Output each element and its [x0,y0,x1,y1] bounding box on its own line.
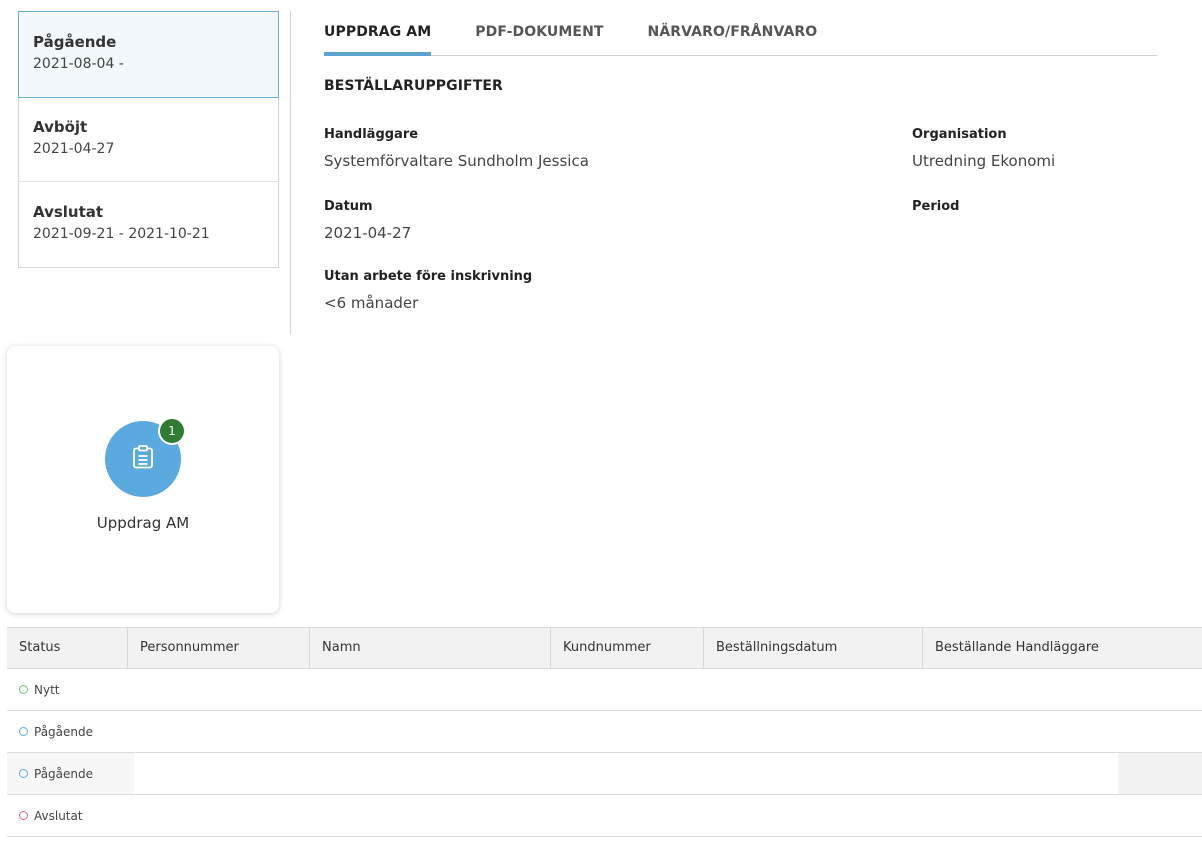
tab-bar: UPPDRAG AM PDF-DOKUMENT NÄRVARO/FRÅNVARO [324,21,1157,56]
column-header-personnummer[interactable]: Personnummer [128,628,310,668]
status-item-date: 2021-04-27 [33,141,115,157]
column-header-status[interactable]: Status [7,628,128,668]
status-dot-icon [19,727,28,736]
status-item-avslutat[interactable]: Avslutat 2021-09-21 - 2021-10-21 [19,182,278,267]
status-item-date: 2021-09-21 - 2021-10-21 [33,226,210,242]
tab-pdf-dokument[interactable]: PDF-DOKUMENT [475,21,603,55]
tab-narvaro-franvaro[interactable]: NÄRVARO/FRÅNVARO [648,21,818,55]
field-label: Datum [324,199,373,214]
status-item-title: Pågående [33,33,117,51]
table-row[interactable]: Avslutat [7,795,1202,837]
field-value: 2021-04-27 [324,224,412,242]
card-label: Uppdrag AM [96,514,190,532]
table-row[interactable]: Pågående [7,753,1202,795]
field-value: Utredning Ekonomi [912,152,1056,170]
status-item-pagaende[interactable]: Pågående 2021-08-04 - [18,11,279,98]
tab-uppdrag-am[interactable]: UPPDRAG AM [324,21,432,56]
field-label: Utan arbete före inskrivning [324,269,533,284]
status-item-title: Avböjt [33,118,88,136]
table-row[interactable]: Pågående [7,711,1202,753]
column-header-bestallningsdatum[interactable]: Beställningsdatum [704,628,923,668]
status-dot-icon [19,685,28,694]
table-header: Status Personnummer Namn Kundnummer Best… [7,627,1202,669]
uppdrag-am-card[interactable]: 1 Uppdrag AM [7,346,279,613]
clipboard-icon [132,445,154,473]
field-period: Period [912,198,959,222]
field-utan-arbete: Utan arbete före inskrivning <6 månader [324,268,532,314]
field-label: Organisation [912,127,1007,142]
field-value: Systemförvaltare Sundholm Jessica [324,152,589,170]
field-label: Handläggare [324,127,419,142]
field-organisation: Organisation Utredning Ekonomi [912,126,1055,172]
field-handlaggare: Handläggare Systemförvaltare Sundholm Je… [324,126,589,172]
status-item-date: 2021-08-04 - [33,56,124,72]
field-value: <6 månader [324,294,419,312]
column-header-namn[interactable]: Namn [310,628,551,668]
row-status: Pågående [34,766,94,781]
section-title: BESTÄLLARUPPGIFTER [324,78,503,94]
row-status: Pågående [34,724,94,739]
row-status: Nytt [34,682,60,697]
status-dot-icon [19,769,28,778]
notification-badge: 1 [158,417,186,445]
field-datum: Datum 2021-04-27 [324,198,411,244]
vertical-divider [290,11,291,335]
uppdrag-table: Status Personnummer Namn Kundnummer Best… [7,627,1202,837]
column-header-kundnummer[interactable]: Kundnummer [551,628,704,668]
column-header-bestallande-handlaggare[interactable]: Beställande Handläggare [923,628,1202,668]
table-row[interactable]: Nytt [7,669,1202,711]
status-item-title: Avslutat [33,203,104,221]
row-status: Avslutat [34,808,83,823]
status-list: Pågående 2021-08-04 - Avböjt 2021-04-27 … [18,11,279,268]
field-label: Period [912,199,960,214]
status-item-avbojt[interactable]: Avböjt 2021-04-27 [19,97,278,182]
status-dot-icon [19,811,28,820]
